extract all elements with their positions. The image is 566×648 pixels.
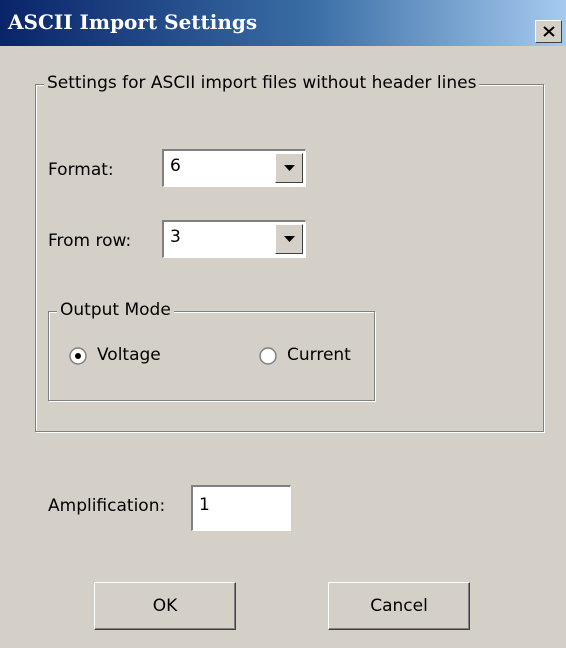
title-bar[interactable]: ASCII Import Settings — [0, 0, 566, 46]
format-select[interactable]: 6 — [162, 149, 306, 187]
settings-group: Settings for ASCII import files without … — [35, 73, 544, 432]
current-radio[interactable]: Current — [259, 345, 374, 369]
close-button[interactable] — [535, 20, 562, 43]
from-row-label: From row: — [48, 231, 132, 251]
from-row-select[interactable]: 3 — [162, 220, 306, 258]
voltage-radio[interactable]: Voltage — [69, 345, 189, 369]
from-row-value: 3 — [170, 227, 181, 247]
format-label: Format: — [48, 160, 114, 180]
output-mode-group: Output Mode Voltage Current — [48, 300, 375, 401]
chevron-down-icon — [284, 165, 295, 171]
format-value: 6 — [170, 156, 181, 176]
amplification-value: 1 — [199, 495, 210, 515]
cancel-button[interactable]: Cancel — [328, 582, 470, 630]
radio-selected-icon[interactable] — [69, 347, 87, 365]
close-icon — [543, 26, 555, 37]
from-row-dropdown-button[interactable] — [275, 224, 303, 254]
window-title: ASCII Import Settings — [8, 10, 258, 34]
voltage-label: Voltage — [97, 345, 161, 365]
settings-group-legend: Settings for ASCII import files without … — [44, 73, 480, 93]
output-mode-legend: Output Mode — [57, 300, 174, 320]
radio-unselected-icon[interactable] — [259, 347, 277, 365]
amplification-label: Amplification: — [48, 496, 166, 516]
current-label: Current — [287, 345, 351, 365]
chevron-down-icon — [284, 236, 295, 242]
ok-button[interactable]: OK — [94, 582, 236, 630]
amplification-input[interactable]: 1 — [191, 485, 291, 531]
format-dropdown-button[interactable] — [275, 153, 303, 183]
